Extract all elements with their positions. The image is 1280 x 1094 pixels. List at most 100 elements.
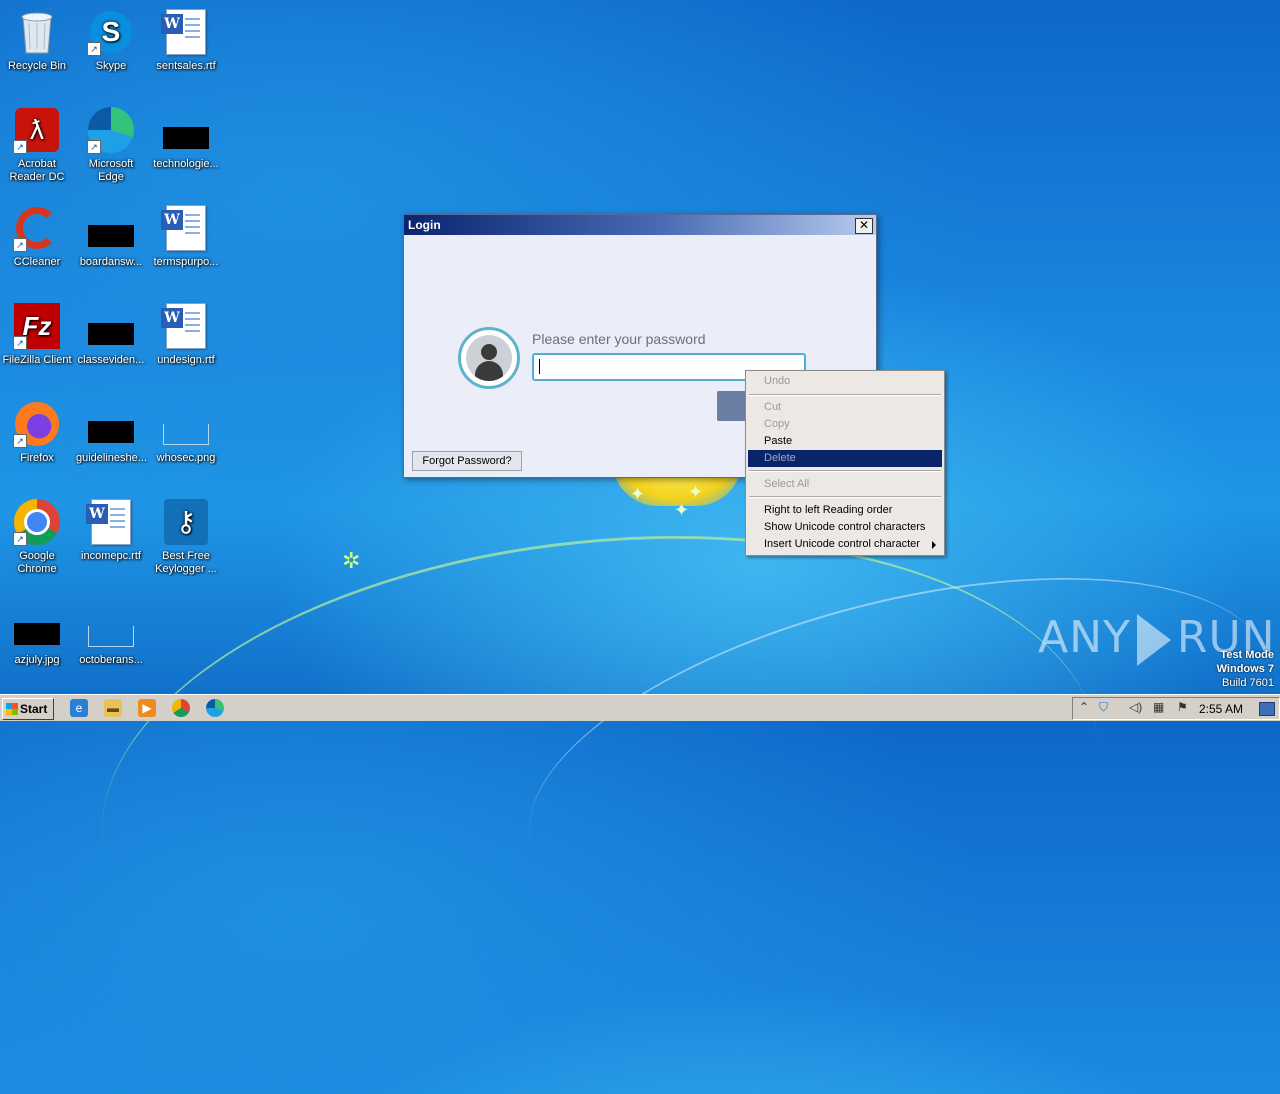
desktop-icon-label: octoberans...: [79, 654, 143, 666]
desktop-icon-classeviden[interactable]: classeviden...: [74, 296, 148, 388]
desktop-icon-azjuly[interactable]: azjuly.jpg: [0, 596, 74, 688]
chrome-icon: ↗: [13, 498, 61, 546]
internet-explorer-icon[interactable]: e: [70, 699, 88, 717]
menu-separator: [749, 470, 941, 472]
password-prompt: Please enter your password: [532, 331, 706, 347]
black-thumbnail-icon: [87, 302, 135, 350]
shortcut-arrow-icon: ↗: [87, 140, 101, 154]
desktop-icon-firefox[interactable]: ↗ Firefox: [0, 394, 74, 486]
clock[interactable]: 2:55 AM: [1199, 702, 1243, 716]
desktop-icon-filezilla[interactable]: Fz ↗ FileZilla Client: [0, 296, 74, 388]
desktop-icon-whosec[interactable]: whosec.png: [149, 394, 223, 486]
desktop-icon-guidelineshe[interactable]: guidelineshe...: [74, 394, 148, 486]
menu-item-paste[interactable]: Paste: [748, 433, 942, 450]
system-tray: ⌃ ⛉ ◁) ▦ ⚑ 2:55 AM: [1072, 697, 1280, 720]
show-desktop-icon[interactable]: [1259, 702, 1275, 716]
desktop-icon-chrome[interactable]: ↗ Google Chrome: [0, 492, 74, 584]
shortcut-arrow-icon: ↗: [13, 434, 27, 448]
test-mode-label: Test Mode: [1220, 649, 1274, 661]
skype-icon: S ↗: [87, 8, 135, 56]
desktop-icon-sentsales[interactable]: W sentsales.rtf: [149, 2, 223, 94]
desktop-icon-label: technologie...: [153, 158, 219, 170]
os-label: Windows 7: [1216, 663, 1274, 675]
desktop-icon-label: Recycle Bin: [7, 60, 67, 72]
desktop-icon-label: sentsales.rtf: [156, 60, 216, 72]
black-thumbnail-icon: [13, 602, 61, 650]
context-menu: Undo Cut Copy Paste Delete Select All Ri…: [745, 370, 945, 556]
desktop-icon-label: CCleaner: [13, 256, 61, 268]
desktop-icon-label: Acrobat Reader DC: [9, 158, 65, 183]
edge-icon: ↗: [87, 106, 135, 154]
desktop-icon-termspurpo[interactable]: W termspurpo...: [149, 198, 223, 290]
desktop-icon-edge[interactable]: ↗ Microsoft Edge: [74, 100, 148, 192]
menu-item-cut[interactable]: Cut: [748, 399, 942, 416]
network-icon[interactable]: ▦: [1153, 700, 1164, 714]
submenu-arrow-icon: [932, 541, 936, 549]
play-triangle-icon: [1136, 614, 1171, 666]
desktop-icon-label: Skype: [95, 60, 127, 72]
start-label: Start: [20, 702, 48, 716]
desktop-icon-label: guidelineshe...: [76, 452, 147, 464]
desktop-icon-label: classeviden...: [77, 354, 145, 366]
desktop-icon-recycle-bin[interactable]: Recycle Bin: [0, 2, 74, 94]
ccleaner-icon: ↗: [13, 204, 61, 252]
word-doc-icon: W: [161, 8, 210, 56]
shortcut-arrow-icon: ↗: [87, 42, 101, 56]
desktop-icon-label: Microsoft Edge: [88, 158, 134, 183]
menu-item-select-all[interactable]: Select All: [748, 476, 942, 493]
taskbar: Start e ▬ ▶ ⌃ ⛉ ◁) ▦ ⚑ 2:55 AM: [0, 694, 1280, 721]
firefox-icon: ↗: [13, 400, 61, 448]
volume-icon[interactable]: ◁): [1129, 700, 1142, 714]
desktop-icon-label: incomepc.rtf: [81, 550, 141, 562]
windows-logo-icon: [6, 703, 18, 715]
menu-item-delete[interactable]: Delete: [748, 450, 942, 467]
desktop-icon-skype[interactable]: S ↗ Skype: [74, 2, 148, 94]
acrobat-icon: ƛ ↗: [13, 106, 61, 154]
forgot-password-button[interactable]: Forgot Password?: [412, 451, 522, 471]
desktop-icon-label: undesign.rtf: [157, 354, 215, 366]
security-shield-icon[interactable]: ⛉: [1099, 700, 1108, 715]
build-label: Build 7601: [1222, 677, 1274, 689]
word-doc-icon: W: [161, 204, 210, 252]
desktop-icon-acrobat[interactable]: ƛ ↗ Acrobat Reader DC: [0, 100, 74, 192]
desktop-icon-label: Google Chrome: [17, 550, 57, 575]
black-thumbnail-icon: [87, 400, 135, 448]
dialog-titlebar[interactable]: Login ✕: [404, 215, 876, 235]
menu-separator: [749, 496, 941, 498]
chrome-icon[interactable]: [172, 699, 190, 717]
start-button[interactable]: Start: [2, 698, 54, 720]
close-button[interactable]: ✕: [855, 218, 873, 234]
word-doc-icon: W: [86, 498, 135, 546]
word-doc-icon: W: [161, 302, 210, 350]
desktop-icon-boardansw[interactable]: boardansw...: [74, 198, 148, 290]
shortcut-arrow-icon: ↗: [13, 532, 27, 546]
shortcut-arrow-icon: ↗: [13, 140, 27, 154]
menu-item-show-unicode[interactable]: Show Unicode control characters: [748, 519, 942, 536]
action-center-flag-icon[interactable]: ⚑: [1177, 700, 1188, 714]
menu-item-undo[interactable]: Undo: [748, 373, 942, 390]
menu-item-rtl-reading-order[interactable]: Right to left Reading order: [748, 502, 942, 519]
black-thumbnail-icon: [87, 204, 135, 252]
keylogger-icon: ⚷: [162, 498, 210, 546]
filezilla-icon: Fz ↗: [13, 302, 61, 350]
menu-item-label: Insert Unicode control character: [764, 538, 920, 550]
menu-item-insert-unicode[interactable]: Insert Unicode control character: [748, 536, 942, 553]
shortcut-arrow-icon: ↗: [13, 238, 27, 252]
edge-icon[interactable]: [206, 699, 224, 717]
file-explorer-icon[interactable]: ▬: [104, 699, 122, 717]
image-thumbnail-icon: [87, 602, 135, 650]
wallpaper-sparkle: ✦: [630, 484, 646, 504]
media-player-icon[interactable]: ▶: [138, 699, 156, 717]
desktop-icon-ccleaner[interactable]: ↗ CCleaner: [0, 198, 74, 290]
desktop-icon-label: termspurpo...: [153, 256, 219, 268]
desktop-icon-technologie[interactable]: technologie...: [149, 100, 223, 192]
desktop-icon-keylogger[interactable]: ⚷ Best Free Keylogger ...: [149, 492, 223, 584]
tray-expand-icon[interactable]: ⌃: [1079, 700, 1089, 714]
desktop-icon-label: Best Free Keylogger ...: [155, 550, 217, 575]
menu-separator: [749, 394, 941, 396]
menu-item-copy[interactable]: Copy: [748, 416, 942, 433]
desktop-icon-incomepc[interactable]: W incomepc.rtf: [74, 492, 148, 584]
desktop-icon-undesign[interactable]: W undesign.rtf: [149, 296, 223, 388]
black-thumbnail-icon: [162, 106, 210, 154]
desktop-icon-octoberans[interactable]: octoberans...: [74, 596, 148, 688]
